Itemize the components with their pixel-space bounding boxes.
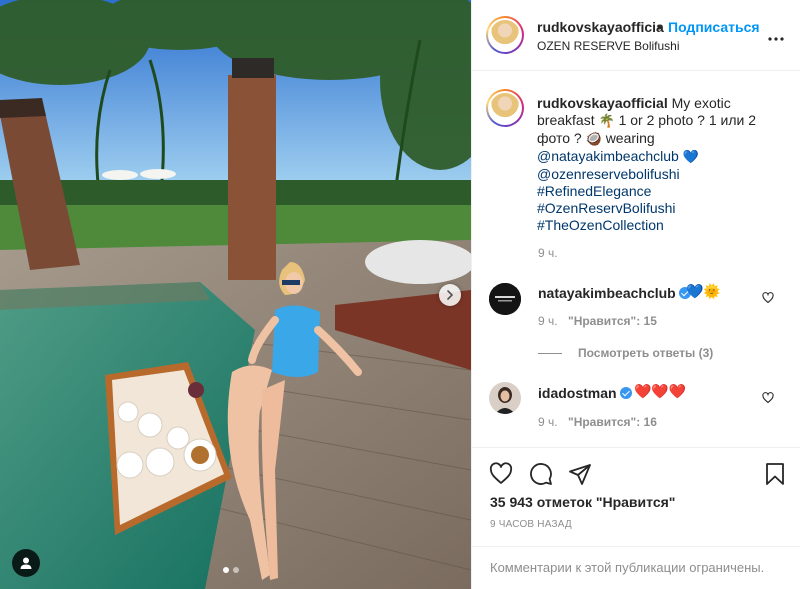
bookmark-icon — [766, 463, 784, 485]
caption-username[interactable]: rudkovskayaofficial — [537, 95, 668, 111]
comment-username[interactable]: natayakimbeachclub — [538, 285, 691, 301]
post-sidebar: rudkovskayaofficia • Подписаться OZEN RE… — [471, 0, 800, 589]
comment-emojis: 💙🌞 — [686, 284, 721, 300]
comment-like-button[interactable] — [762, 391, 774, 409]
comment-time[interactable]: 9 ч. — [538, 314, 558, 328]
comment-avatar-idadostman[interactable] — [489, 382, 521, 414]
hashtag-ozenreservbolifushi[interactable]: #OzenReservBolifushi — [537, 200, 676, 216]
mention-ozenreservebolifushi[interactable]: @ozenreservebolifushi — [537, 166, 680, 182]
comment-username-text[interactable]: natayakimbeachclub — [538, 285, 676, 301]
like-button[interactable] — [489, 462, 513, 491]
view-replies-label[interactable]: Посмотреть ответы (3) — [578, 346, 713, 360]
comment-icon — [530, 463, 552, 485]
carousel-dot-2 — [233, 567, 239, 573]
comment-avatar-natayakimbeachclub[interactable] — [489, 283, 521, 315]
post-photo[interactable] — [0, 0, 471, 589]
comment-emojis: ❤️❤️❤️ — [634, 384, 687, 400]
coconut-emoji: 🥥 — [585, 132, 602, 147]
hashtag-refinedelegance[interactable]: #RefinedElegance — [537, 183, 651, 199]
caption-time[interactable]: 9 ч. — [538, 246, 558, 260]
post-timestamp[interactable]: 9 ЧАСОВ НАЗАД — [490, 519, 572, 530]
post-image-illustration — [0, 0, 471, 589]
carousel-dots — [223, 567, 239, 573]
palm-emoji: 🌴 — [598, 114, 615, 129]
caption-author-avatar[interactable] — [486, 89, 524, 127]
share-icon — [569, 464, 591, 485]
comment-username[interactable]: idadostman — [538, 385, 632, 401]
header-separator: • — [657, 19, 662, 35]
more-options-button[interactable] — [768, 28, 784, 46]
comment-likes[interactable]: "Нравится": 15 — [568, 314, 657, 328]
chevron-right-icon — [447, 290, 454, 300]
heart-outline-icon — [762, 392, 774, 404]
comment-likes[interactable]: "Нравится": 16 — [568, 415, 657, 429]
location-link[interactable]: OZEN RESERVE Bolifushi — [537, 39, 680, 53]
hashtag-theozencollection[interactable]: #TheOzenCollection — [537, 217, 664, 233]
caption-text-3: wearing — [605, 130, 655, 146]
post-actions: 35 943 отметок "Нравится" 9 ЧАСОВ НАЗАД … — [472, 447, 800, 589]
comment-time[interactable]: 9 ч. — [538, 415, 558, 429]
more-dots-icon — [768, 37, 784, 41]
likes-count[interactable]: 35 943 отметок "Нравится" — [490, 494, 675, 510]
comment-like-button[interactable] — [762, 291, 774, 309]
avatar-image — [489, 283, 521, 315]
heart-outline-icon — [762, 292, 774, 304]
follow-button[interactable]: Подписаться — [668, 19, 760, 35]
author-avatar[interactable] — [486, 16, 524, 54]
carousel-dot-1 — [223, 567, 229, 573]
avatar-image — [489, 382, 521, 414]
heart-icon — [489, 462, 513, 484]
verified-badge-icon — [619, 387, 632, 399]
carousel-next-button[interactable] — [439, 284, 461, 306]
comments-limited-notice: Комментарии к этой публикации ограничены… — [472, 546, 800, 589]
post-header: rudkovskayaofficia • Подписаться OZEN RE… — [472, 0, 800, 71]
user-icon — [20, 557, 32, 569]
view-replies-button[interactable]: Посмотреть ответы (3) — [538, 346, 713, 360]
author-username[interactable]: rudkovskayaofficia — [537, 19, 664, 35]
post-caption: rudkovskayaofficial My exotic breakfast … — [537, 95, 787, 234]
share-button[interactable] — [568, 462, 592, 491]
save-button[interactable] — [764, 462, 786, 491]
mention-natayakimbeachclub[interactable]: @natayakimbeachclub — [537, 148, 679, 164]
comment-button[interactable] — [529, 462, 553, 491]
comment-username-text[interactable]: idadostman — [538, 385, 617, 401]
tagged-users-button[interactable] — [12, 549, 40, 577]
blue-heart-emoji: 💙 — [682, 150, 699, 165]
